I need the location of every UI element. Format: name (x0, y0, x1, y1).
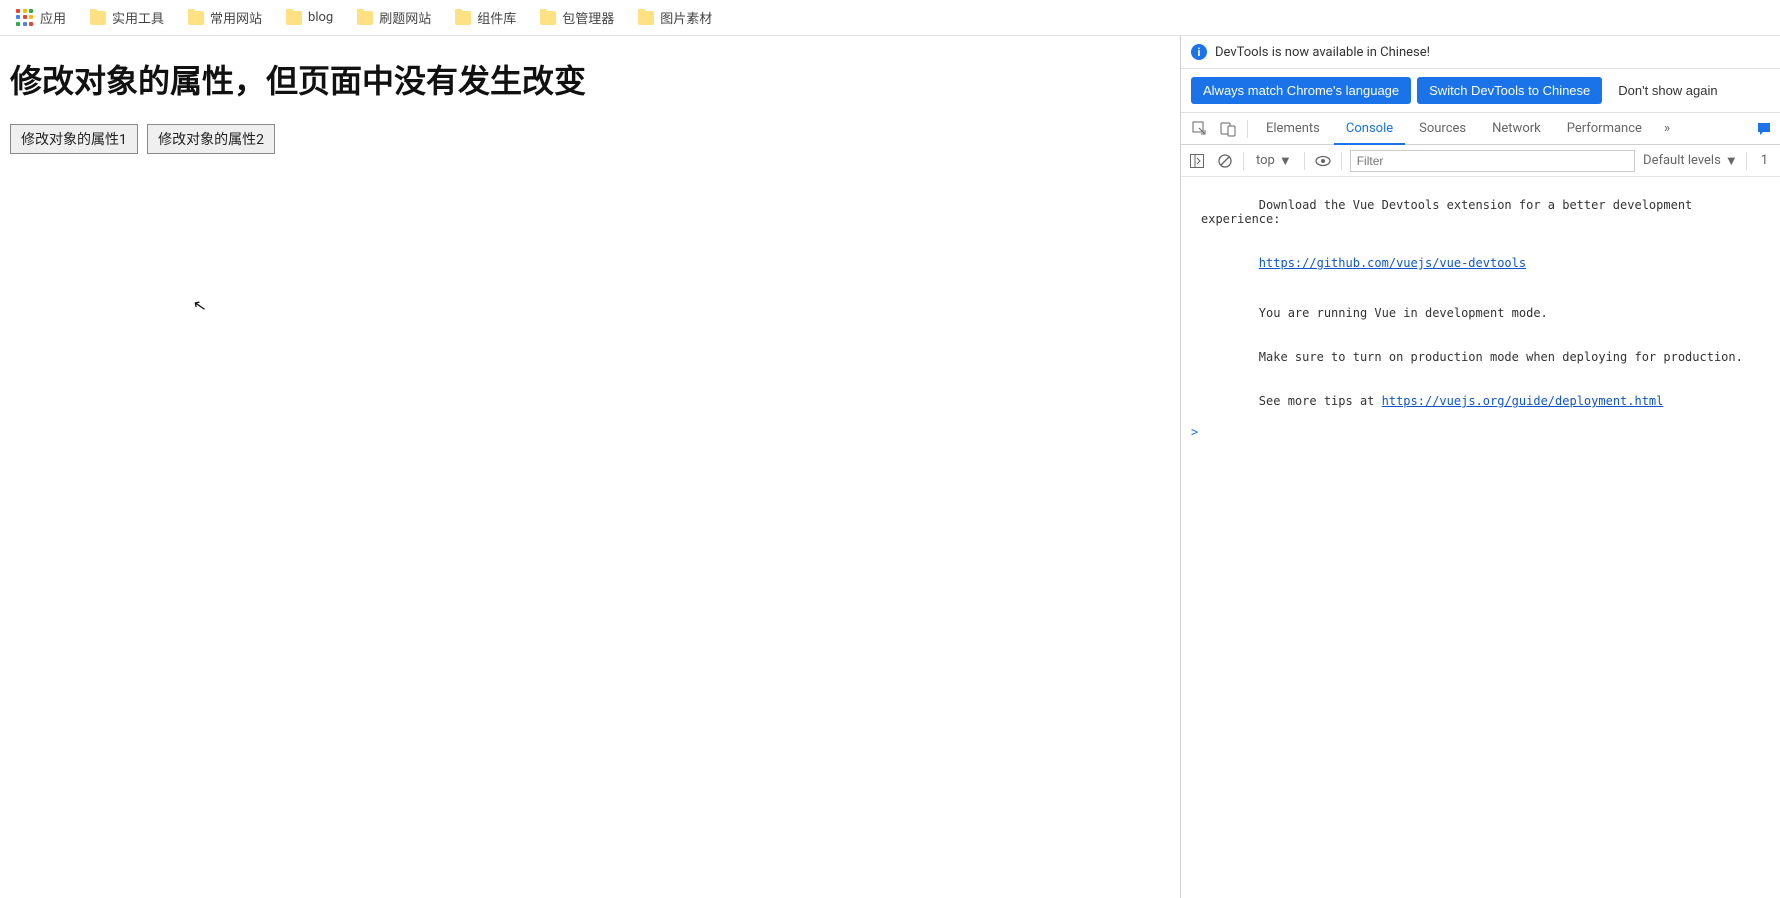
issues-count[interactable]: 1 (1755, 153, 1774, 168)
context-label: top (1256, 153, 1275, 168)
bookmark-label: 图片素材 (660, 8, 712, 27)
apps-label: 应用 (40, 8, 66, 27)
switch-to-chinese-button[interactable]: Switch DevTools to Chinese (1417, 77, 1602, 104)
console-line: See more tips at https://vuejs.org/guide… (1181, 379, 1780, 423)
bookmark-folder[interactable]: 刷题网站 (349, 4, 439, 31)
console-line: https://github.com/vuejs/vue-devtools (1181, 241, 1780, 285)
banner-buttons-row: Always match Chrome's language Switch De… (1181, 69, 1780, 113)
info-icon: i (1191, 44, 1207, 60)
folder-icon (638, 11, 654, 25)
divider (1341, 152, 1342, 170)
modify-props-1-button[interactable]: 修改对象的属性1 (10, 124, 138, 154)
chevron-down-icon: ▼ (1725, 153, 1738, 169)
folder-icon (540, 11, 556, 25)
divider (1304, 152, 1305, 170)
console-line: Make sure to turn on production mode whe… (1181, 335, 1780, 379)
console-text: You are running Vue in development mode. (1259, 306, 1548, 320)
console-text: Download the Vue Devtools extension for … (1201, 198, 1700, 226)
apps-icon (16, 9, 34, 27)
levels-label: Default levels (1643, 153, 1721, 168)
clear-console-icon[interactable] (1215, 151, 1235, 171)
divider (1247, 120, 1248, 138)
tab-elements[interactable]: Elements (1254, 113, 1332, 144)
console-sidebar-toggle-icon[interactable] (1187, 151, 1207, 171)
devtools-tabs: Elements Console Sources Network Perform… (1181, 113, 1780, 145)
page-content: 修改对象的属性，但页面中没有发生改变 修改对象的属性1 修改对象的属性2 (0, 36, 1180, 898)
bookmark-folder[interactable]: 实用工具 (82, 4, 172, 31)
bookmark-folder[interactable]: 常用网站 (180, 4, 270, 31)
bookmark-label: 组件库 (477, 8, 516, 27)
device-toolbar-icon[interactable] (1215, 116, 1241, 142)
always-match-button[interactable]: Always match Chrome's language (1191, 77, 1411, 104)
console-line: You are running Vue in development mode. (1181, 291, 1780, 335)
bookmark-label: blog (308, 10, 333, 25)
console-link[interactable]: https://vuejs.org/guide/deployment.html (1382, 394, 1664, 408)
info-text: DevTools is now available in Chinese! (1215, 45, 1430, 60)
chevron-down-icon: ▼ (1279, 153, 1292, 169)
console-link[interactable]: https://github.com/vuejs/vue-devtools (1259, 256, 1526, 270)
console-output: Download the Vue Devtools extension for … (1181, 177, 1780, 898)
devtools-panel: i DevTools is now available in Chinese! … (1180, 36, 1780, 898)
console-text: See more tips at (1259, 394, 1382, 408)
page-title: 修改对象的属性，但页面中没有发生改变 (10, 56, 1170, 102)
divider (1746, 152, 1747, 170)
console-prompt[interactable]: > (1181, 423, 1780, 441)
bookmark-label: 刷题网站 (379, 8, 431, 27)
bookmark-label: 包管理器 (562, 8, 614, 27)
bookmarks-bar: 应用 实用工具 常用网站 blog 刷题网站 组件库 包管理器 图片素材 (0, 0, 1780, 36)
folder-icon (90, 11, 106, 25)
console-text: Make sure to turn on production mode whe… (1259, 350, 1743, 364)
live-expression-icon[interactable] (1313, 151, 1333, 171)
dont-show-again-button[interactable]: Don't show again (1608, 77, 1727, 104)
modify-props-2-button[interactable]: 修改对象的属性2 (147, 124, 275, 154)
log-levels-selector[interactable]: Default levels ▼ (1643, 153, 1738, 169)
more-tabs-icon[interactable]: » (1656, 121, 1678, 136)
console-toolbar: top ▼ Default levels ▼ 1 (1181, 145, 1780, 177)
folder-icon (286, 11, 302, 25)
filter-input[interactable] (1350, 150, 1635, 172)
bookmark-folder[interactable]: blog (278, 6, 341, 29)
feedback-icon[interactable] (1754, 119, 1774, 139)
tab-console[interactable]: Console (1334, 113, 1405, 144)
bookmark-folder[interactable]: 包管理器 (532, 4, 622, 31)
folder-icon (188, 11, 204, 25)
bookmark-folder[interactable]: 组件库 (447, 4, 524, 31)
tab-performance[interactable]: Performance (1555, 113, 1654, 144)
tab-network[interactable]: Network (1480, 113, 1553, 144)
folder-icon (357, 11, 373, 25)
bookmark-label: 常用网站 (210, 8, 262, 27)
divider (1243, 152, 1244, 170)
bookmark-label: 实用工具 (112, 8, 164, 27)
tab-sources[interactable]: Sources (1407, 113, 1478, 144)
folder-icon (455, 11, 471, 25)
bookmark-folder[interactable]: 图片素材 (630, 4, 720, 31)
console-line: Download the Vue Devtools extension for … (1181, 183, 1780, 241)
context-selector[interactable]: top ▼ (1252, 153, 1296, 169)
cursor-arrow-icon (193, 296, 205, 314)
apps-button[interactable]: 应用 (8, 4, 74, 31)
inspect-element-icon[interactable] (1187, 116, 1213, 142)
devtools-info-banner: i DevTools is now available in Chinese! (1181, 36, 1780, 69)
